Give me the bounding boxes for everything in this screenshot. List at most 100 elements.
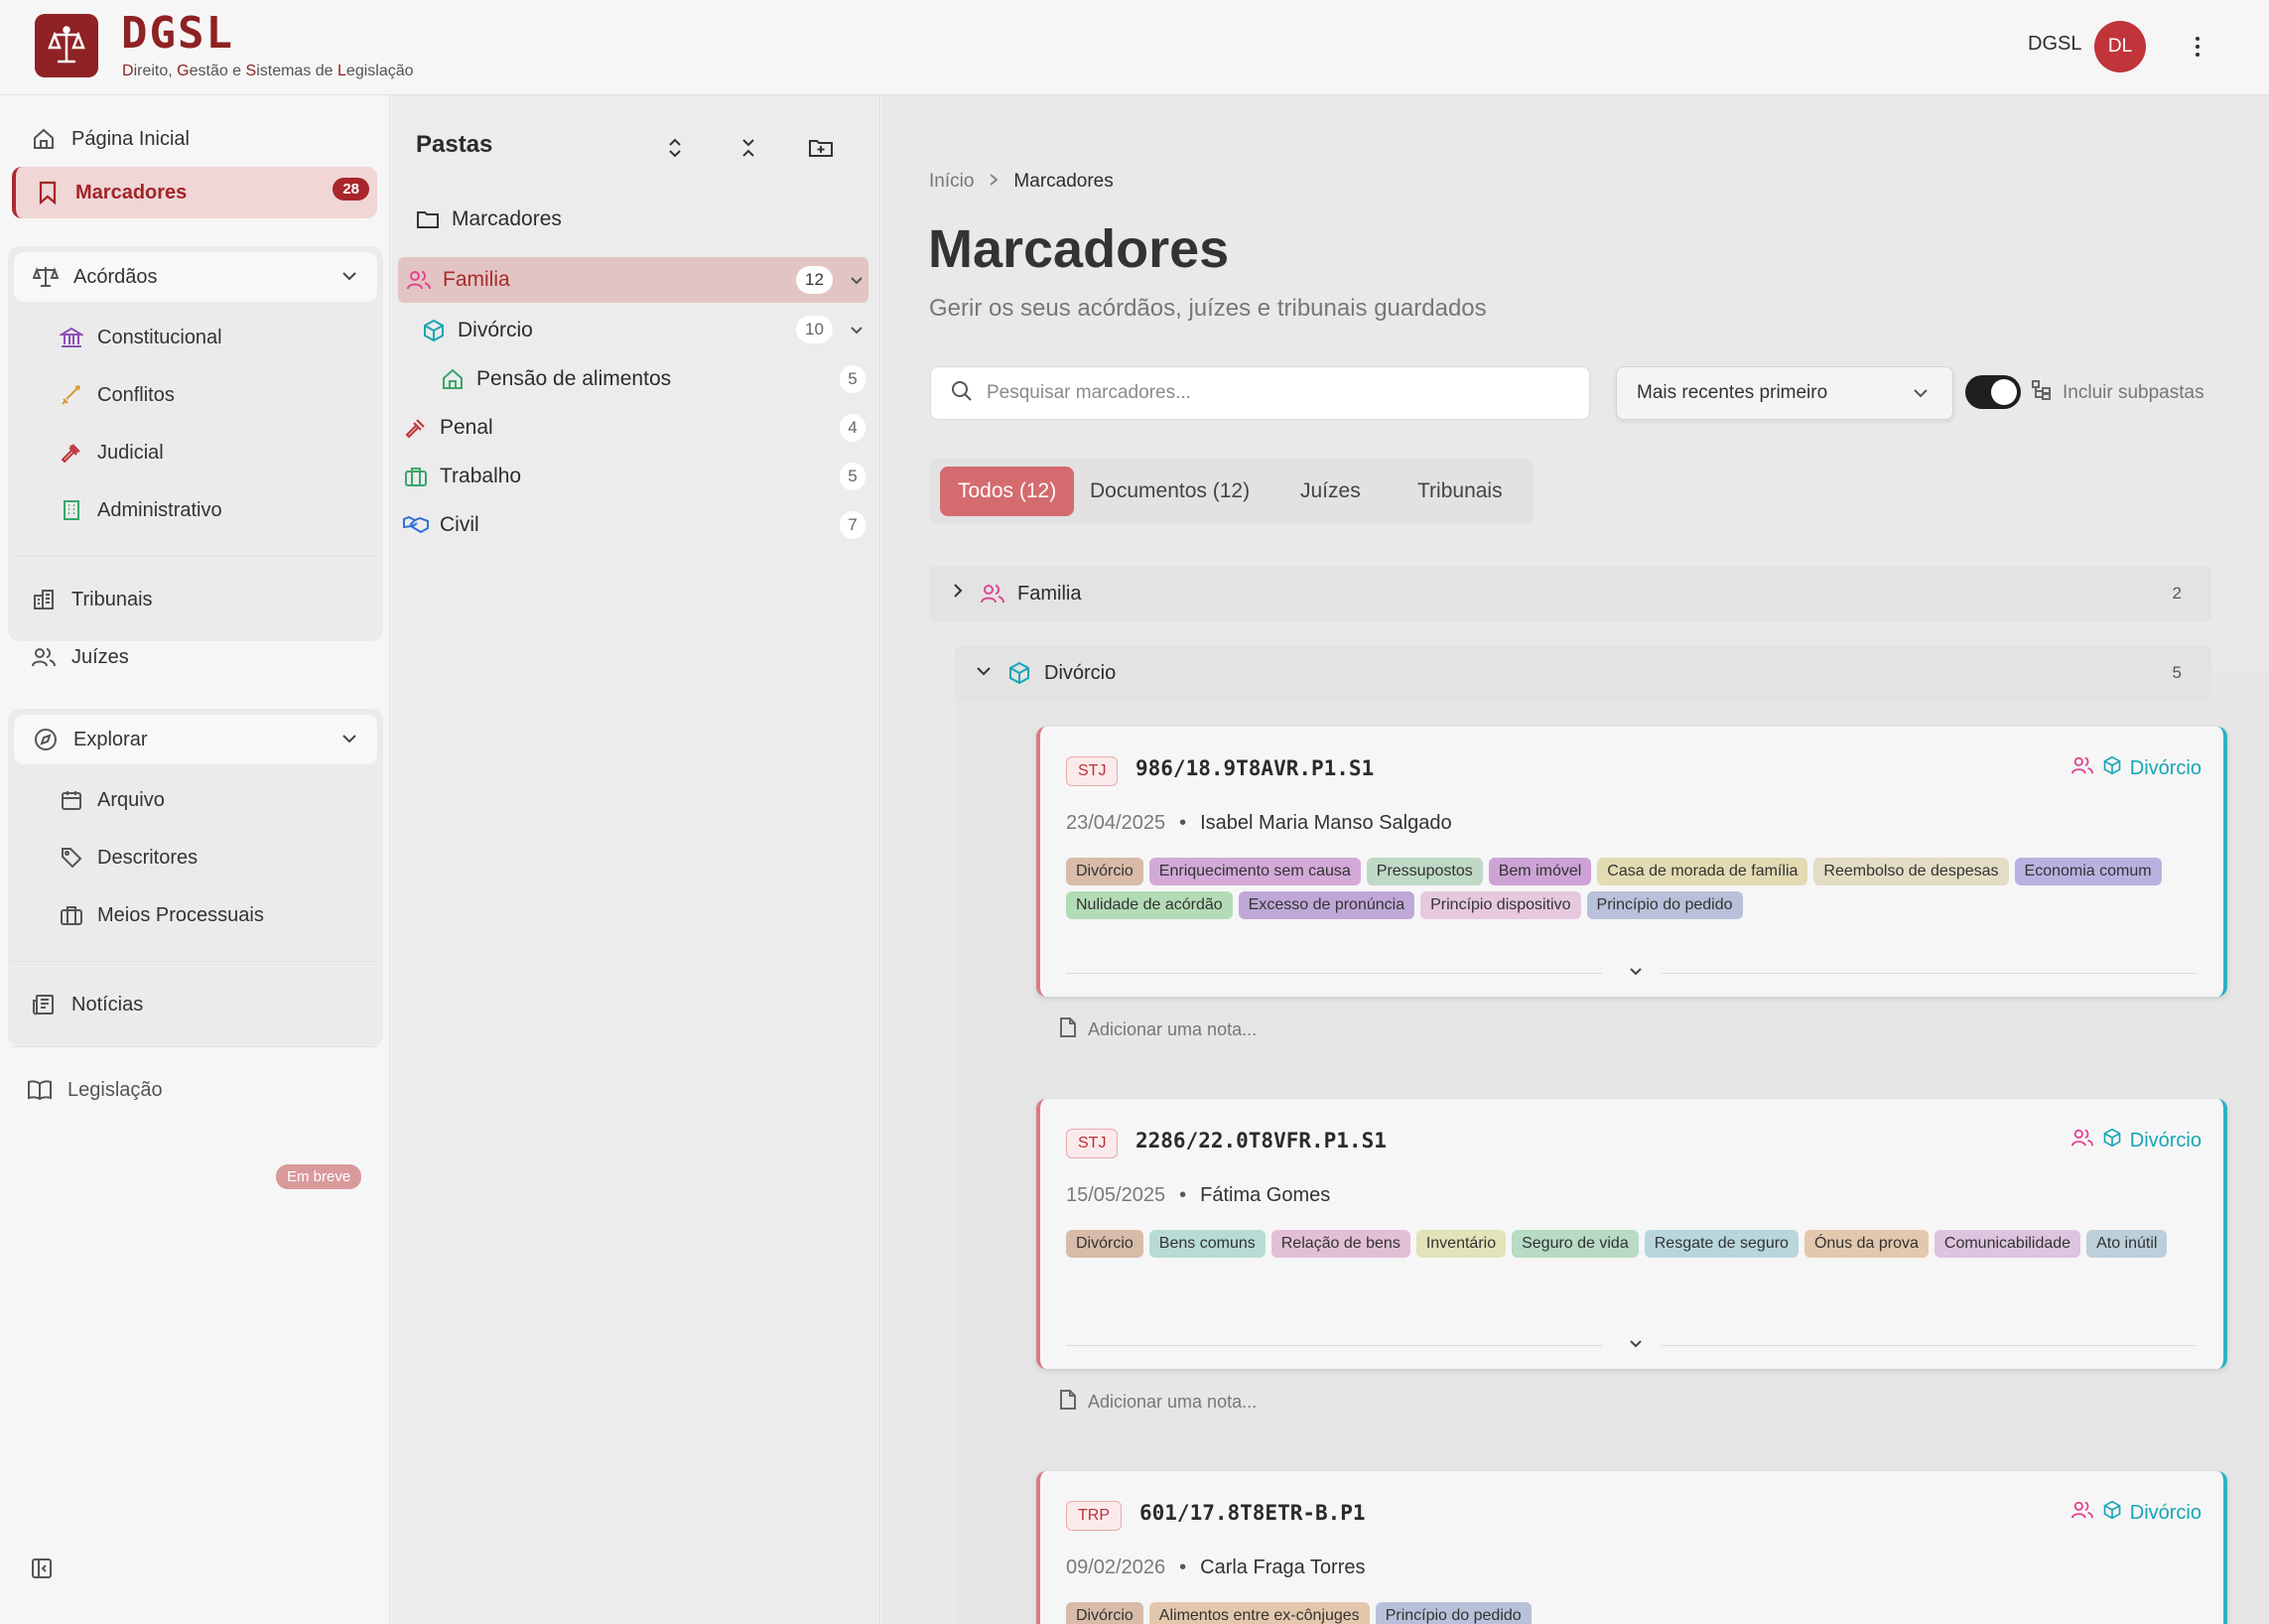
bookmark-card[interactable]: STJ 986/18.9T8AVR.P1.S1 Divórcio 23/04/2… — [1036, 727, 2227, 997]
descriptor-tag[interactable]: Inventário — [1415, 1230, 1507, 1258]
cube-icon — [2102, 755, 2122, 781]
card-judge[interactable]: Fátima Gomes — [1200, 1184, 1330, 1207]
folder-pensao[interactable]: Pensão de alimentos — [440, 356, 671, 402]
descriptor-tag[interactable]: Reembolso de despesas — [1813, 858, 2009, 885]
folder-trabalho[interactable]: Trabalho — [403, 454, 521, 499]
folder-count: 7 — [840, 511, 866, 539]
new-folder-icon[interactable] — [806, 133, 836, 163]
sidebar-item-label: Legislação — [67, 1078, 163, 1101]
sidebar-item-juizes[interactable]: Juízes — [12, 631, 377, 683]
tab-tribunais[interactable]: Tribunais — [1417, 467, 1503, 516]
folder-root[interactable]: Marcadores — [415, 197, 562, 242]
bookmarks-count-badge: 28 — [333, 178, 369, 201]
descriptor-tag[interactable]: Divórcio — [1066, 1230, 1143, 1258]
descriptor-tag[interactable]: Relação de bens — [1270, 1230, 1410, 1258]
descriptor-tag[interactable]: Resgate de seguro — [1644, 1230, 1799, 1258]
briefcase-icon — [58, 901, 85, 929]
process-number[interactable]: 601/17.8T8ETR-B.P1 — [1139, 1501, 1366, 1525]
tab-documentos[interactable]: Documentos (12) — [1090, 467, 1250, 516]
descriptor-tag[interactable]: Economia comum — [2014, 858, 2162, 885]
tag-list: Divórcio Alimentos entre ex-cônjuges Princ… — [1066, 1602, 2178, 1624]
card-judge[interactable]: Carla Fraga Torres — [1200, 1556, 1365, 1579]
sidebar-item-home[interactable]: Página Inicial — [12, 113, 377, 165]
descriptor-tag[interactable]: Ónus da prova — [1803, 1230, 1929, 1258]
folder-count: 10 — [796, 316, 833, 343]
bookmark-card[interactable]: TRP 601/17.8T8ETR-B.P1 Divórcio 09/02/20… — [1036, 1471, 2227, 1624]
sidebar-item-tribunais[interactable]: Tribunais — [12, 574, 377, 625]
folder-civil[interactable]: Civil — [403, 502, 479, 548]
descriptor-tag[interactable]: Casa de morada de família — [1597, 858, 1808, 885]
process-number[interactable]: 986/18.9T8AVR.P1.S1 — [1135, 756, 1374, 780]
logo-wordmark[interactable]: DGSL — [121, 8, 234, 59]
descriptor-tag[interactable]: Excesso de pronúncia — [1238, 891, 1415, 919]
folder-label: Pensão de alimentos — [476, 367, 672, 390]
chevron-down-icon[interactable] — [1627, 963, 1645, 986]
sidebar-item-administrativo[interactable]: Administrativo — [58, 490, 222, 530]
breadcrumb-home[interactable]: Início — [929, 171, 974, 193]
descriptor-tag[interactable]: Bem imóvel — [1488, 858, 1592, 885]
house-icon — [440, 366, 466, 392]
descriptor-tag[interactable]: Pressupostos — [1366, 858, 1483, 885]
descriptor-tag[interactable]: Divórcio — [1066, 858, 1143, 885]
collapse-sidebar-icon[interactable] — [30, 1556, 54, 1585]
descriptor-tag[interactable]: Divórcio — [1066, 1602, 1143, 1624]
descriptor-tag[interactable]: Bens comuns — [1148, 1230, 1266, 1258]
descriptor-tag[interactable]: Princípio do pedido — [1375, 1602, 1532, 1624]
chevron-down-icon[interactable] — [848, 322, 866, 344]
descriptor-tag[interactable]: Enriquecimento sem causa — [1148, 858, 1361, 885]
note-file-icon — [1058, 1389, 1078, 1416]
court-badge: STJ — [1066, 756, 1119, 786]
chevron-down-icon[interactable] — [848, 272, 866, 295]
search-input[interactable] — [987, 382, 1562, 404]
tab-todos[interactable]: Todos (12) — [940, 467, 1075, 516]
gavel-icon — [58, 439, 85, 467]
logo-scales-icon[interactable] — [35, 14, 98, 77]
descriptor-tag[interactable]: Princípio dispositivo — [1420, 891, 1581, 919]
sidebar-item-bookmarks[interactable]: Marcadores 28 — [12, 167, 377, 218]
group-divorcio-header[interactable]: Divórcio 5 — [955, 645, 2211, 701]
add-note-button[interactable]: Adicionar uma nota... — [1058, 1016, 1257, 1043]
sidebar-item-label: Administrativo — [97, 498, 222, 521]
descriptor-tag[interactable]: Ato inútil — [2086, 1230, 2168, 1258]
bookmark-card[interactable]: STJ 2286/22.0T8VFR.P1.S1 Divórcio 15/05/… — [1036, 1099, 2227, 1369]
folder-tree-icon — [2031, 379, 2053, 407]
family-icon — [2070, 1499, 2094, 1527]
acordaos-toggle[interactable]: Acórdãos — [14, 252, 377, 302]
descriptor-tag[interactable]: Comunicabilidade — [1934, 1230, 2081, 1258]
chevron-down-icon[interactable] — [1627, 1335, 1645, 1358]
explorar-toggle[interactable]: Explorar — [14, 715, 377, 764]
tag-list: Divórcio Enriquecimento sem causa Pressupo… — [1066, 858, 2178, 919]
descriptor-tag[interactable]: Alimentos entre ex-cônjuges — [1148, 1602, 1370, 1624]
group-label: Explorar — [73, 728, 148, 750]
folder-label: Civil — [440, 513, 479, 536]
descriptor-tag[interactable]: Nulidade de acórdão — [1066, 891, 1233, 919]
sidebar-item-judicial[interactable]: Judicial — [58, 433, 164, 473]
folder-penal[interactable]: Penal — [403, 405, 493, 451]
tab-juizes[interactable]: Juízes — [1300, 467, 1361, 516]
group-familia-header[interactable]: Familia 2 — [930, 566, 2211, 621]
sidebar-item-label: Judicial — [97, 441, 164, 464]
sidebar-item-conflitos[interactable]: Conflitos — [58, 375, 175, 415]
more-menu-icon[interactable] — [2184, 30, 2211, 64]
sort-select[interactable]: Mais recentes primeiro — [1616, 366, 1953, 420]
expand-all-icon[interactable] — [660, 133, 690, 163]
card-folder-link[interactable]: Divórcio — [2070, 1127, 2202, 1154]
sidebar-item-meios-processuais[interactable]: Meios Processuais — [58, 895, 264, 935]
process-number[interactable]: 2286/22.0T8VFR.P1.S1 — [1135, 1129, 1387, 1152]
descriptor-tag[interactable]: Princípio do pedido — [1586, 891, 1743, 919]
sidebar-item-constitucional[interactable]: Constitucional — [58, 318, 222, 357]
card-folder-link[interactable]: Divórcio — [2070, 754, 2202, 782]
descriptor-tag[interactable]: Seguro de vida — [1512, 1230, 1639, 1258]
card-judge[interactable]: Isabel Maria Manso Salgado — [1200, 812, 1451, 835]
collapse-all-icon[interactable] — [734, 133, 763, 163]
sidebar-item-descritores[interactable]: Descritores — [58, 838, 198, 878]
folder-divorcio[interactable]: Divórcio — [421, 308, 533, 353]
avatar[interactable]: DL — [2094, 21, 2146, 72]
card-folder-link[interactable]: Divórcio — [2070, 1499, 2202, 1527]
folder-count: 5 — [840, 463, 866, 490]
sidebar-item-legislacao[interactable]: Legislação — [12, 1064, 377, 1116]
sidebar-item-arquivo[interactable]: Arquivo — [58, 780, 165, 820]
sidebar-item-noticias[interactable]: Notícias — [12, 979, 377, 1030]
add-note-button[interactable]: Adicionar uma nota... — [1058, 1389, 1257, 1416]
include-subfolders-toggle[interactable] — [1965, 375, 2021, 409]
